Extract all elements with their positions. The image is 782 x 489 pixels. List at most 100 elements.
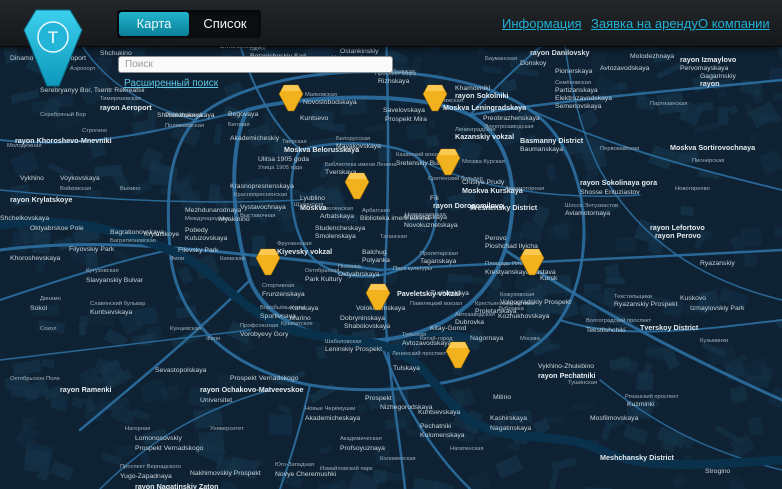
nav-rent-request-link[interactable]: Заявка на аренду <box>591 16 698 31</box>
map-label: Lyublino <box>300 195 325 202</box>
map-label: Profsoyuznaya <box>340 445 385 452</box>
map-label: Измайловский парк <box>320 465 373 472</box>
view-toggle: Карта Список <box>117 10 261 38</box>
logo-pin-icon[interactable]: T <box>22 8 84 90</box>
map-label: Slavyanskiy Bulvar <box>86 277 144 284</box>
map-label: Павелецкий вокзал <box>410 300 462 307</box>
map-label: Pechatniki <box>420 423 452 430</box>
map-label: rayon Nagatinskiy Zaton <box>135 482 218 489</box>
map-label: Рязанский проспект <box>625 393 679 400</box>
map-label: Oktyabrskaya <box>338 271 380 278</box>
map-label: Дубровка <box>498 306 525 312</box>
map-label: Юго-Западная <box>275 462 314 468</box>
map-label: Vystavochnaya <box>240 204 286 211</box>
map-label: Kiyevsky vokzal <box>277 247 332 256</box>
map-label: Kurskaya <box>290 305 319 312</box>
map-label: Строгино <box>82 128 107 134</box>
map-label: Mayakovskaya <box>336 143 381 150</box>
map-label: Славянский бульвар <box>90 300 146 307</box>
map-label: Ostankinskiy <box>340 48 379 55</box>
map-label: Нагорная <box>125 426 150 432</box>
map-label: Автозаводская <box>455 312 495 318</box>
map-label: Moskva Leningradskaya <box>443 103 527 112</box>
map-label: Balchug <box>362 249 387 256</box>
map-label: Voykovskaya <box>60 175 100 182</box>
map-label: Кунцевская <box>170 326 201 332</box>
map-label: Novye Cheremushki <box>275 471 337 478</box>
nav-info-link[interactable]: Информация <box>502 16 582 31</box>
app-window: Shchukino Serebryanyy Bor, Tsentr Rekreat… <box>0 0 782 489</box>
map-label: Багратионовская <box>110 238 156 244</box>
top-bar: Карта Список Информация Заявка на аренду… <box>0 0 782 47</box>
map-label: Preobrazhenskaya <box>483 115 540 122</box>
map-label: Семёновская <box>555 80 591 86</box>
map-label: Nagatinskaya <box>490 425 531 432</box>
map-label: Выхино <box>120 186 141 192</box>
map-label: Nagornaya <box>470 335 503 342</box>
map-label: Первомайская <box>600 145 639 152</box>
map-label: Krylatskoye <box>144 231 179 238</box>
map-label: Prospekt Mira <box>385 116 427 123</box>
tab-map[interactable]: Карта <box>119 12 189 36</box>
map-label: Tulskaya <box>393 365 420 372</box>
map-label: Октябрьская <box>305 268 339 274</box>
map-label: Mosfilmovskaya <box>590 415 639 422</box>
map-label: Новые Черёмушки <box>305 406 355 412</box>
tab-list[interactable]: Список <box>191 12 259 36</box>
map-label: Izmaylovskiy Park <box>690 305 745 312</box>
logo-letter: T <box>48 28 58 47</box>
map-label: rayon Ochakovo-Matveevskoe <box>200 385 303 394</box>
map-label: Спортивная <box>262 283 294 289</box>
map-label: Shchukinskaya <box>157 112 203 119</box>
map-label: Ryazanskiy <box>700 260 735 267</box>
map-label: Kutuzovskaya <box>185 235 228 242</box>
map-label: Filevsky Park <box>178 247 219 254</box>
map-label: Avtozavodskaya <box>600 65 650 72</box>
map-label: Leninskiy Prospekt <box>325 346 382 353</box>
map-label: Partizanskaya <box>555 87 598 94</box>
map-label: Molodezhnaya <box>630 53 674 60</box>
map-label: Khoroshevskaya <box>10 255 60 262</box>
map-label: Шаболовская <box>325 339 362 345</box>
map-label: Москва <box>520 336 541 342</box>
map-label: Novoslobodskaya <box>303 99 357 106</box>
map-label: Novokuznetskaya <box>404 222 458 229</box>
map-label: Электрозаводская <box>484 124 534 130</box>
map-label: Крылатское <box>281 321 313 327</box>
map-label: Улица 1905 года <box>258 165 303 171</box>
map-label: Universitet <box>200 397 232 404</box>
map-label: Профсоюзная <box>240 323 278 329</box>
map-label: rayon Sokolinaya gora <box>580 178 658 187</box>
advanced-search-link[interactable]: Расширенный поиск <box>124 78 218 89</box>
map-label: Казанский вокзал <box>396 151 443 158</box>
map-label: Кутузовская <box>86 268 119 274</box>
map-label: Новокузнецкая <box>405 212 446 218</box>
map-label: Нагатинская <box>450 446 484 452</box>
map-label: Prospekt Vernadskogo <box>230 375 299 382</box>
nav-about-link[interactable]: О компании <box>698 16 770 31</box>
map-label: Kitay-Gorod <box>430 325 466 332</box>
map-label: Prospekt Vernadskogo <box>135 445 204 452</box>
map-label: Сокол <box>40 326 57 332</box>
map-label: Парк культуры <box>393 266 432 272</box>
map-label: rayon Danilovsky <box>530 48 590 57</box>
map-label: Kuntsevo <box>300 115 329 122</box>
search-input[interactable] <box>118 56 393 73</box>
map-label: Kuskovo <box>680 295 706 302</box>
map-label: Pionerskaya <box>555 68 593 75</box>
map-label: Shabolovskaya <box>344 323 390 330</box>
map-label: Москва Курская <box>462 159 505 165</box>
map-label: Elektrozavodskaya <box>555 95 612 102</box>
map-label: Chistye Prudy <box>462 179 505 186</box>
map-label: Фили <box>206 336 220 342</box>
map-label: Кузьминки <box>700 338 728 344</box>
map-label: Polyanka <box>362 257 390 264</box>
map-view[interactable]: ShchukinoSerebryanyy Bor, Tsentr Rekreat… <box>0 0 782 489</box>
map-label: Библиотека имени Ленина <box>325 162 397 168</box>
map-label: Пролетарская <box>420 251 458 257</box>
map-label: Moskva Sortirovochnaya <box>670 143 756 152</box>
map-label: Ленинский проспект <box>392 350 447 357</box>
map-label: Kursk <box>540 275 558 282</box>
map-label: Кожуховская <box>500 292 534 298</box>
map-label: Динамо <box>40 296 61 302</box>
